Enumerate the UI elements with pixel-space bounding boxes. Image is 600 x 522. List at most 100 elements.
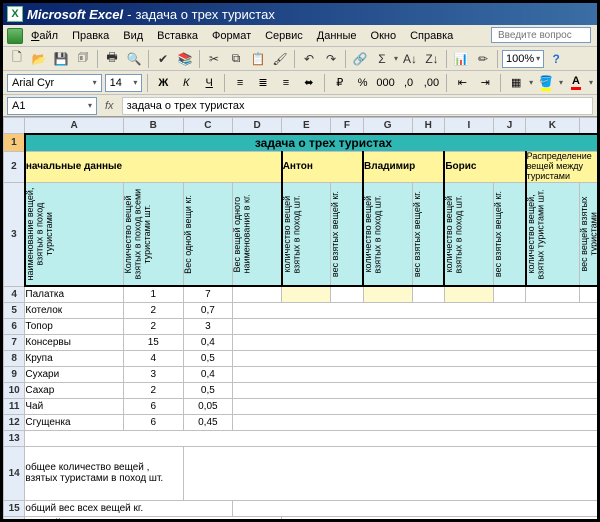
menu-edit[interactable]: Правка [66,28,115,44]
preview-icon[interactable]: 🔍 [124,49,144,69]
row-6[interactable]: 6 Топор 2 3 [4,318,598,334]
row-4[interactable]: 4 Палатка 1 7 [4,286,598,302]
ask-question-input[interactable] [491,27,591,43]
vh-v-qty[interactable]: количество вещей взятых в поход шт. [364,183,412,286]
col-H[interactable]: H [412,118,444,134]
vh-t-w[interactable]: вес вещей взятых туристами [580,183,597,286]
inc-decimal-icon[interactable]: ,0 [399,73,419,93]
menu-file[interactable]: Файл [25,28,64,44]
hyperlink-icon[interactable]: 🔗 [350,49,370,69]
menu-view[interactable]: Вид [117,28,149,44]
col-B[interactable]: B [123,118,183,134]
hdr-boris[interactable]: Борис [444,152,525,183]
bold-icon[interactable]: Ж [153,73,173,93]
row-9[interactable]: 9 Сухари 3 0,4 [4,366,598,382]
row-3[interactable]: 3 наименование вещей, взятых в поход тур… [4,182,598,286]
vh-w-name[interactable]: Вес вещей одного наименования в кг. [233,183,281,286]
permission-icon[interactable]: 🗊 [73,49,93,69]
row-14[interactable]: 14 общее количество вещей , взятых турис… [4,446,598,500]
underline-icon[interactable]: Ч [199,73,219,93]
menu-tools[interactable]: Сервис [259,28,309,44]
vh-b-w[interactable]: вес взятых вещей кг. [494,189,525,279]
save-icon[interactable]: 💾 [51,49,71,69]
help-icon[interactable]: ? [546,49,566,69]
cut-icon[interactable]: ✂ [204,49,224,69]
hdr-anton[interactable]: Антон [282,152,363,183]
new-icon[interactable]: 🗋 [7,49,27,69]
zoom-combo[interactable]: 100%▾ [502,50,544,68]
name-box[interactable]: A1▾ [7,97,97,115]
research-icon[interactable]: 📚 [175,49,195,69]
col-J[interactable]: J [494,118,526,134]
menu-help[interactable]: Справка [404,28,459,44]
sort-desc-icon[interactable]: Z↓ [422,49,442,69]
align-left-icon[interactable]: ≡ [230,73,250,93]
dec-indent-icon[interactable]: ⇤ [452,73,472,93]
col-G[interactable]: G [363,118,412,134]
row-8[interactable]: 8 Крупа 4 0,5 [4,350,598,366]
vh-name[interactable]: наименование вещей, взятых в поход турис… [26,183,123,286]
col-F[interactable]: F [331,118,363,134]
spell-icon[interactable]: ✔ [153,49,173,69]
currency-icon[interactable]: ₽ [330,73,350,93]
vh-a-qty[interactable]: количество вещей взятых в поход шт. [283,183,331,286]
font-color-icon[interactable]: A [566,73,586,93]
print-icon[interactable]: 🖶 [102,49,122,69]
row-10[interactable]: 10 Сахар 2 0,5 [4,382,598,398]
row-7[interactable]: 7 Консервы 15 0,4 [4,334,598,350]
borders-icon[interactable]: ▦ [506,73,526,93]
row-15[interactable]: 15 общий вес всех вещей кг. [4,500,598,516]
worksheet-grid[interactable]: A B C D E F G H I J K L 1 задача о трех … [3,117,597,519]
menu-insert[interactable]: Вставка [151,28,204,44]
col-A[interactable]: A [25,118,123,134]
vh-t-qty[interactable]: количество вещей, взятых туристами шт. [527,183,579,286]
italic-icon[interactable]: К [176,73,196,93]
copy-icon[interactable]: ⧉ [226,49,246,69]
dec-decimal-icon[interactable]: ,00 [422,73,442,93]
col-L[interactable]: L [579,118,597,134]
drawing-icon[interactable]: ✏ [473,49,493,69]
col-D[interactable]: D [232,118,281,134]
align-center-icon[interactable]: ≣ [253,73,273,93]
fill-color-icon[interactable]: 🪣 [536,73,556,93]
inc-indent-icon[interactable]: ⇥ [475,73,495,93]
paste-icon[interactable]: 📋 [248,49,268,69]
row-11[interactable]: 11 Чай 6 0,05 [4,398,598,414]
sheet-title[interactable]: задача о трех туристах [25,134,597,152]
vh-qty-all[interactable]: Количество вещей взятых в поход всеми ту… [124,183,183,286]
menu-format[interactable]: Формат [206,28,257,44]
font-name-combo[interactable]: Arial Cyr▾ [7,74,102,92]
percent-icon[interactable]: % [353,73,373,93]
autosum-drop-icon[interactable]: ▾ [394,54,398,63]
select-all[interactable] [4,118,25,134]
open-icon[interactable]: 📂 [29,49,49,69]
row-13[interactable]: 13 [4,430,598,446]
vh-v-w[interactable]: вес взятых вещей кг. [413,189,444,279]
formula-value[interactable]: задача о трех туристах [122,97,593,115]
col-E[interactable]: E [282,118,331,134]
chart-icon[interactable]: 📊 [451,49,471,69]
vh-b-qty[interactable]: количество вещей взятых в поход шт. [445,183,493,286]
hdr-initial[interactable]: начальные данные [25,152,282,183]
sort-asc-icon[interactable]: A↓ [400,49,420,69]
align-right-icon[interactable]: ≡ [276,73,296,93]
col-K[interactable]: K [526,118,580,134]
row-5[interactable]: 5 Котелок 2 0,7 [4,302,598,318]
redo-icon[interactable]: ↷ [321,49,341,69]
col-C[interactable]: C [183,118,232,134]
row-16[interactable]: 16 каждый турист должен нести вес в свое… [4,516,598,519]
autosum-icon[interactable]: Σ [372,49,392,69]
hdr-dist[interactable]: Распределение вещей между туристами [526,152,597,183]
format-painter-icon[interactable]: 🖌 [270,49,290,69]
menu-window[interactable]: Окно [365,28,403,44]
menu-data[interactable]: Данные [311,28,363,44]
vh-a-w[interactable]: вес взятых вещей кг. [331,189,362,279]
row-12[interactable]: 12 Сгущенка 6 0,45 [4,414,598,430]
row-1[interactable]: 1 задача о трех туристах [4,134,598,152]
undo-icon[interactable]: ↶ [299,49,319,69]
hdr-vlad[interactable]: Владимир [363,152,444,183]
fx-icon[interactable]: fx [101,100,118,112]
font-size-combo[interactable]: 14▾ [105,74,143,92]
merge-center-icon[interactable]: ⬌ [299,73,319,93]
vh-w-one[interactable]: Вес одной вещи кг. [184,193,232,276]
